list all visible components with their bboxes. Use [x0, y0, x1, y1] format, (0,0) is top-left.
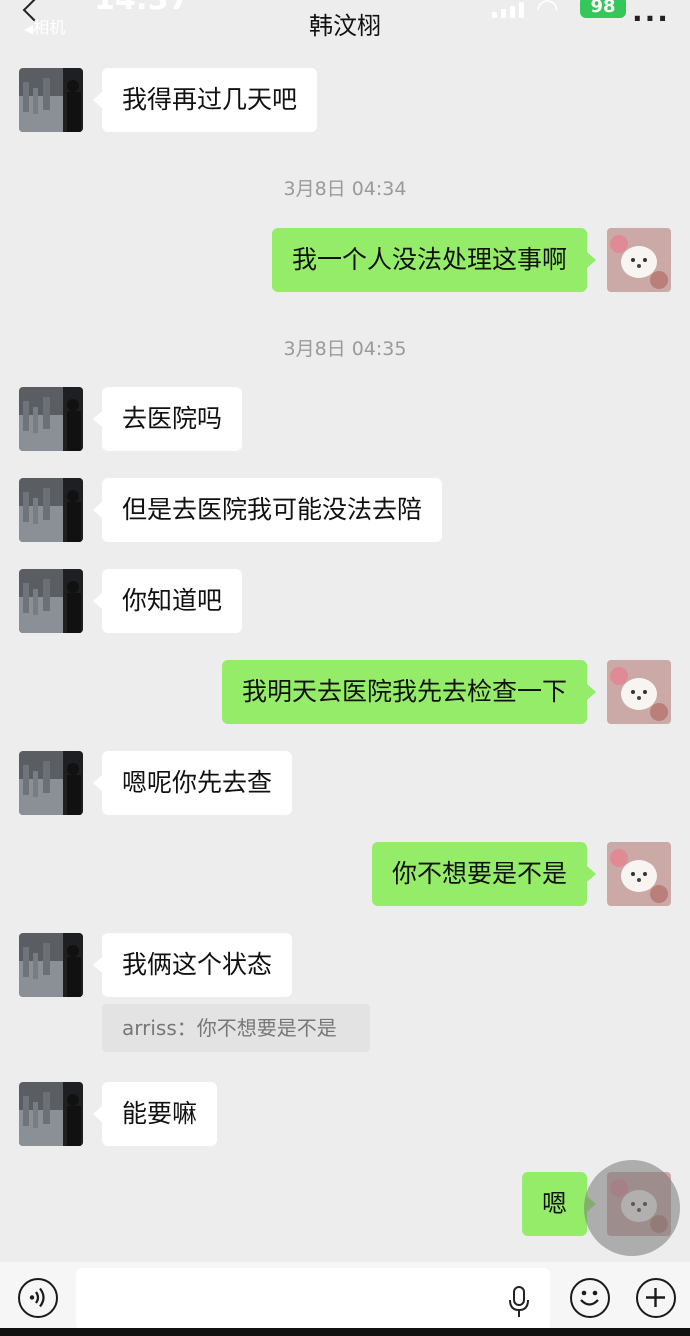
message-bubble-incoming[interactable]: 能要嘛: [92, 1082, 218, 1146]
message-bubble-outgoing[interactable]: 嗯: [521, 1172, 597, 1236]
message-bubble-incoming[interactable]: 我得再过几天吧: [92, 68, 318, 132]
message-bubble-incoming[interactable]: 你知道吧: [92, 569, 243, 633]
voice-wave-icon: [29, 1287, 45, 1308]
message-input[interactable]: [76, 1268, 550, 1330]
contact-avatar[interactable]: [19, 387, 83, 451]
contact-avatar[interactable]: [19, 933, 83, 997]
message-bubble-incoming[interactable]: 去医院吗: [92, 387, 243, 451]
input-bar: [0, 1262, 690, 1336]
person-silhouette-icon: [19, 68, 83, 132]
floating-assistive-button[interactable]: [584, 1160, 680, 1256]
home-indicator: [0, 1328, 690, 1336]
emoji-icon[interactable]: [570, 1278, 610, 1318]
contact-avatar[interactable]: [19, 569, 83, 633]
my-avatar[interactable]: [607, 660, 671, 724]
message-bubble-outgoing[interactable]: 你不想要是不是: [371, 842, 597, 906]
voice-icon[interactable]: [18, 1278, 58, 1318]
puppy-icon: [607, 228, 671, 292]
message-bubble-outgoing[interactable]: 我明天去医院我先去检查一下: [221, 660, 597, 724]
person-silhouette-icon: [19, 751, 83, 815]
chat-header: 韩汶栩 ···: [0, 0, 690, 50]
puppy-icon: [607, 842, 671, 906]
contact-avatar[interactable]: [19, 478, 83, 542]
puppy-icon: [607, 660, 671, 724]
more-icon[interactable]: ···: [632, 2, 670, 35]
message-bubble-incoming[interactable]: 但是去医院我可能没法去陪: [92, 478, 443, 542]
chat-title: 韩汶栩: [309, 12, 381, 40]
message-bubble-outgoing[interactable]: 我一个人没法处理这事啊: [271, 228, 597, 292]
my-avatar[interactable]: [607, 228, 671, 292]
plus-icon[interactable]: [636, 1278, 676, 1318]
add-plus-icon: [646, 1288, 665, 1307]
contact-avatar[interactable]: [19, 68, 83, 132]
message-bubble-incoming[interactable]: 我俩这个状态: [92, 933, 293, 997]
person-silhouette-icon: [19, 933, 83, 997]
contact-avatar[interactable]: [19, 751, 83, 815]
person-silhouette-icon: [19, 387, 83, 451]
timestamp: 3月8日 04:35: [283, 338, 407, 360]
message-bubble-incoming[interactable]: 嗯呢你先去查: [92, 751, 293, 815]
timestamp: 3月8日 04:34: [283, 178, 407, 200]
person-silhouette-icon: [19, 569, 83, 633]
person-silhouette-icon: [19, 1082, 83, 1146]
person-silhouette-icon: [19, 478, 83, 542]
mic-icon[interactable]: [508, 1286, 530, 1318]
my-avatar[interactable]: [607, 842, 671, 906]
quoted-reply[interactable]: arriss：你不想要是不是: [102, 1004, 370, 1052]
contact-avatar[interactable]: [19, 1082, 83, 1146]
smiley-face-icon: [580, 1290, 599, 1306]
